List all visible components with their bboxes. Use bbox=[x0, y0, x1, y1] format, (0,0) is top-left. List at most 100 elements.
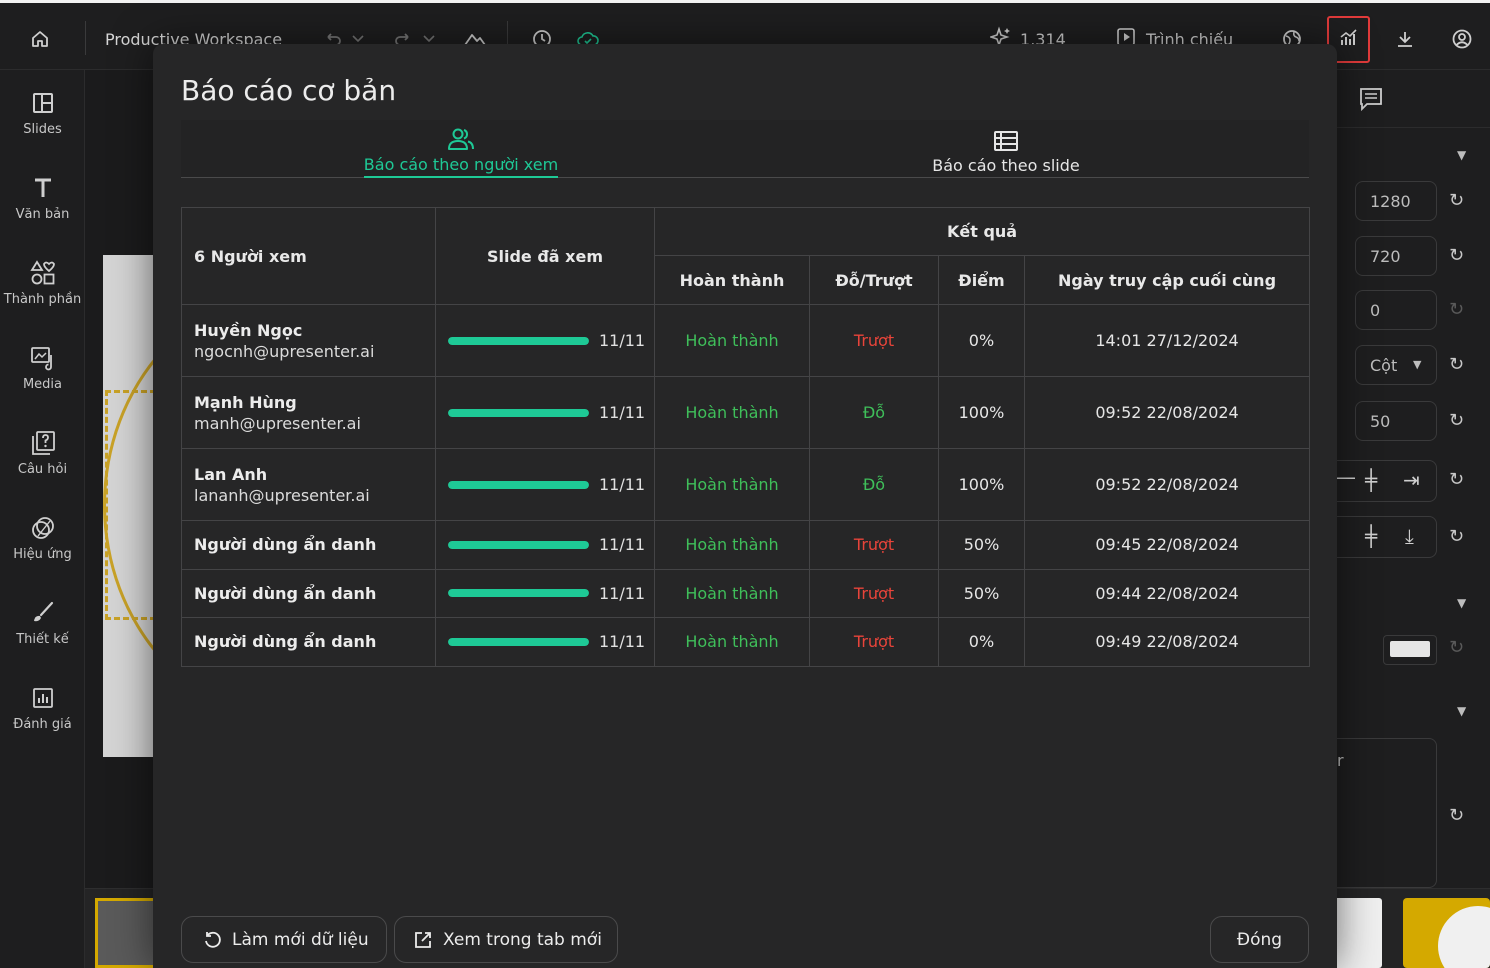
score-value: 50% bbox=[938, 520, 1025, 570]
sidebar-item-evaluation[interactable]: Đánh giá bbox=[0, 681, 85, 751]
color-swatch[interactable] bbox=[1383, 635, 1437, 665]
brush-icon bbox=[30, 596, 56, 630]
viewer-cell: Người dùng ẩn danh bbox=[181, 520, 436, 570]
chevron-down-icon[interactable]: ▼ bbox=[1457, 148, 1466, 162]
slides-viewed-count: 11/11 bbox=[599, 535, 646, 555]
height-field[interactable]: 720 bbox=[1355, 236, 1437, 276]
table-row: Người dùng ẩn danh 11/11 Hoàn thành Trượt 50… bbox=[181, 568, 1311, 618]
completion-status: Hoàn thành bbox=[654, 568, 810, 618]
pass-fail-status: Trượt bbox=[809, 617, 939, 667]
reset-icon[interactable]: ↻ bbox=[1449, 190, 1464, 211]
text-area-field[interactable]: r bbox=[1337, 738, 1437, 888]
slides-viewed-count: 11/11 bbox=[599, 632, 646, 652]
viewer-report-table: 6 Người xem Slide đã xem Kết quả Hoàn th… bbox=[181, 207, 1311, 667]
viewer-name: Huyền Ngọc bbox=[194, 320, 303, 340]
progress: 11/11 bbox=[436, 535, 654, 554]
pass-fail-header: Đỗ/Trượt bbox=[809, 255, 939, 305]
chevron-down-icon[interactable]: ▼ bbox=[1457, 596, 1466, 610]
viewer-name: Người dùng ẩn danh bbox=[194, 632, 377, 652]
progress-bar bbox=[448, 480, 589, 489]
swatch-color bbox=[1390, 641, 1430, 657]
viewer-cell: Lan Anh lananh@upresenter.ai bbox=[181, 448, 436, 521]
completion-status: Hoàn thành bbox=[654, 448, 810, 521]
sidebar-item-label: Đánh giá bbox=[13, 717, 72, 732]
text-area-value: r bbox=[1337, 751, 1344, 770]
align-left-icon[interactable]: ⎻ bbox=[1335, 469, 1355, 493]
sidebar-item-label: Hiệu ứng bbox=[13, 547, 72, 562]
sidebar-item-text[interactable]: Văn bản bbox=[0, 171, 85, 241]
align-bottom-icon[interactable]: ⤓ bbox=[1405, 524, 1414, 548]
sidebar-item-slides[interactable]: Slides bbox=[0, 86, 85, 156]
home-icon[interactable] bbox=[26, 23, 54, 55]
tab-by-viewer[interactable]: Báo cáo theo người xem bbox=[341, 120, 581, 178]
sidebar-item-design[interactable]: Thiết kế bbox=[0, 596, 85, 666]
last-access-header: Ngày truy cập cuối cùng bbox=[1023, 255, 1311, 305]
external-link-icon bbox=[413, 930, 433, 950]
viewer-name: Người dùng ẩn danh bbox=[194, 535, 377, 555]
progress-bar bbox=[448, 589, 589, 598]
align-middle-icon[interactable]: ╪ bbox=[1365, 524, 1377, 548]
reset-icon[interactable]: ↻ bbox=[1449, 805, 1464, 826]
text-icon bbox=[32, 171, 54, 205]
sidebar-item-label: Câu hỏi bbox=[17, 462, 68, 477]
score-value: 0% bbox=[938, 617, 1025, 667]
completion-header: Hoàn thành bbox=[654, 255, 810, 305]
align-right-icon[interactable]: ⇥ bbox=[1403, 468, 1420, 492]
account-icon[interactable] bbox=[1450, 23, 1474, 55]
direction-select[interactable]: Cột ▼ bbox=[1355, 345, 1437, 385]
table-row: Mạnh Hùng manh@upresenter.ai 11/11 Hoàn thà… bbox=[181, 376, 1311, 449]
sidebar-item-effects[interactable]: Hiệu ứng bbox=[0, 511, 85, 581]
chevron-down-icon: ▼ bbox=[1413, 358, 1422, 371]
progress: 11/11 bbox=[436, 475, 654, 494]
refresh-data-button[interactable]: Làm mới dữ liệu bbox=[181, 916, 387, 963]
tab-by-slide[interactable]: Báo cáo theo slide bbox=[901, 120, 1111, 178]
completion-status: Hoàn thành bbox=[654, 520, 810, 570]
viewer-name: Lan Anh bbox=[194, 464, 268, 484]
chart-icon bbox=[31, 681, 55, 715]
slides-viewed-cell: 11/11 bbox=[435, 448, 655, 521]
properties-header bbox=[1337, 70, 1490, 128]
progress-fill bbox=[448, 480, 589, 489]
slide-thumbnail[interactable] bbox=[1330, 898, 1382, 968]
progress: 11/11 bbox=[436, 584, 654, 603]
slide-thumbnail[interactable] bbox=[1403, 898, 1490, 968]
sidebar-item-media[interactable]: Media bbox=[0, 341, 85, 411]
download-icon[interactable] bbox=[1393, 23, 1417, 55]
users-icon bbox=[447, 120, 475, 151]
viewer-email: lananh@upresenter.ai bbox=[194, 485, 370, 505]
rotation-field[interactable]: 0 bbox=[1355, 290, 1437, 330]
slides-viewed-count: 11/11 bbox=[599, 403, 646, 422]
progress-fill bbox=[448, 637, 589, 646]
reset-icon[interactable]: ↻ bbox=[1449, 245, 1464, 266]
open-new-tab-button[interactable]: Xem trong tab mới bbox=[394, 916, 618, 963]
slides-viewed-cell: 11/11 bbox=[435, 617, 655, 667]
align-center-icon[interactable]: ╪ bbox=[1365, 468, 1377, 492]
reset-icon[interactable]: ↻ bbox=[1449, 410, 1464, 431]
layout-icon bbox=[31, 86, 55, 120]
score-value: 100% bbox=[938, 376, 1025, 449]
reset-icon[interactable]: ↻ bbox=[1449, 354, 1464, 375]
close-label: Đóng bbox=[1236, 929, 1283, 950]
sidebar-item-question[interactable]: Câu hỏi bbox=[0, 426, 85, 496]
score-value: 50% bbox=[938, 568, 1025, 618]
completion-status: Hoàn thành bbox=[654, 376, 810, 449]
width-field[interactable]: 1280 bbox=[1355, 181, 1437, 221]
comment-icon[interactable] bbox=[1358, 86, 1384, 116]
table-icon bbox=[993, 120, 1019, 152]
components-icon bbox=[29, 256, 56, 290]
pass-fail-status: Trượt bbox=[809, 520, 939, 570]
slides-viewed-cell: 11/11 bbox=[435, 520, 655, 570]
last-access-time: 09:45 22/08/2024 bbox=[1023, 520, 1311, 570]
reset-icon[interactable]: ↻ bbox=[1449, 469, 1464, 490]
sidebar-item-label: Văn bản bbox=[15, 207, 70, 222]
sidebar-item-components[interactable]: Thành phần bbox=[0, 256, 85, 326]
close-button[interactable]: Đóng bbox=[1210, 916, 1309, 963]
refresh-icon bbox=[202, 930, 222, 950]
reset-icon[interactable]: ↻ bbox=[1449, 526, 1464, 547]
score-value: 0% bbox=[938, 304, 1025, 377]
chevron-down-icon[interactable]: ▼ bbox=[1457, 704, 1466, 718]
spacing-field[interactable]: 50 bbox=[1355, 401, 1437, 441]
pass-fail-status: Đỗ bbox=[809, 448, 939, 521]
pass-fail-status: Trượt bbox=[809, 568, 939, 618]
slides-viewed-count: 11/11 bbox=[599, 475, 646, 494]
